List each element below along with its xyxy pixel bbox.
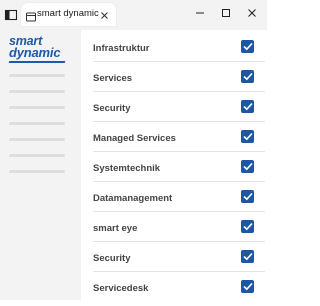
browser-tab[interactable]: smart dynamic <box>21 3 116 26</box>
sidebar-nav-item[interactable] <box>9 138 65 141</box>
sidebar-nav-item[interactable] <box>9 74 65 77</box>
checkmark-icon <box>242 162 253 171</box>
list-item[interactable]: Security <box>93 96 265 126</box>
row-divider <box>93 91 265 92</box>
checkmark-icon <box>242 72 253 81</box>
category-checklist: Infrastruktur Services Security Managed … <box>81 30 267 300</box>
checkbox[interactable] <box>241 130 254 143</box>
checkmark-icon <box>242 192 253 201</box>
row-divider <box>93 211 265 212</box>
item-label: Infrastruktur <box>93 43 150 54</box>
sidebar-nav-item[interactable] <box>9 170 65 173</box>
list-item[interactable]: Servicedesk <box>93 276 263 306</box>
sidebar-nav-item[interactable] <box>9 154 65 157</box>
row-divider <box>93 241 265 242</box>
list-item[interactable]: Security <box>93 246 265 276</box>
checkmark-icon <box>242 282 253 291</box>
item-label: Security <box>93 103 131 114</box>
row-divider <box>93 61 265 62</box>
checkbox[interactable] <box>241 40 254 53</box>
list-item[interactable]: Datamanagement <box>93 186 265 216</box>
item-label: Systemtechnik <box>93 163 161 174</box>
sidebar-toggle-icon[interactable] <box>4 8 18 22</box>
item-label: Managed Services <box>93 133 176 144</box>
checkbox[interactable] <box>241 160 254 173</box>
row-divider <box>93 271 265 272</box>
list-item[interactable]: Systemtechnik <box>93 156 265 186</box>
close-window-icon[interactable] <box>243 4 261 22</box>
list-item[interactable]: Infrastruktur <box>93 36 265 66</box>
checkbox[interactable] <box>241 100 254 113</box>
row-divider <box>93 181 265 182</box>
logo-underline <box>8 61 66 63</box>
close-icon[interactable] <box>99 8 110 19</box>
list-item[interactable]: Managed Services <box>93 126 265 156</box>
checkbox[interactable] <box>241 70 254 83</box>
checkmark-icon <box>242 252 253 261</box>
item-label: Services <box>93 73 133 84</box>
checkbox[interactable] <box>241 220 254 233</box>
sidebar-nav-item[interactable] <box>9 122 65 125</box>
checkbox[interactable] <box>241 190 254 203</box>
checkmark-icon <box>242 222 253 231</box>
checkmark-icon <box>242 42 253 51</box>
row-divider <box>93 121 265 122</box>
checkmark-icon <box>242 102 253 111</box>
list-item[interactable]: Services <box>93 66 265 96</box>
tab-title: smart dynamic <box>37 8 99 19</box>
maximize-icon[interactable] <box>217 4 235 22</box>
minimize-icon[interactable] <box>191 4 209 22</box>
logo-line-2: dynamic <box>9 45 61 60</box>
checkmark-icon <box>242 132 253 141</box>
list-item[interactable]: smart eye <box>93 216 265 246</box>
item-label: smart eye <box>93 223 138 234</box>
checkbox[interactable] <box>241 250 254 263</box>
sidebar-nav-item[interactable] <box>9 90 65 93</box>
item-label: Datamanagement <box>93 193 173 204</box>
title-bar: smart dynamic <box>0 0 267 30</box>
sidebar: smart dynamic <box>0 30 81 300</box>
checkbox[interactable] <box>241 280 254 293</box>
item-label: Servicedesk <box>93 283 149 294</box>
sidebar-nav-item[interactable] <box>9 106 65 109</box>
logo[interactable]: smart dynamic <box>9 35 75 60</box>
row-divider <box>93 151 265 152</box>
item-label: Security <box>93 253 131 264</box>
